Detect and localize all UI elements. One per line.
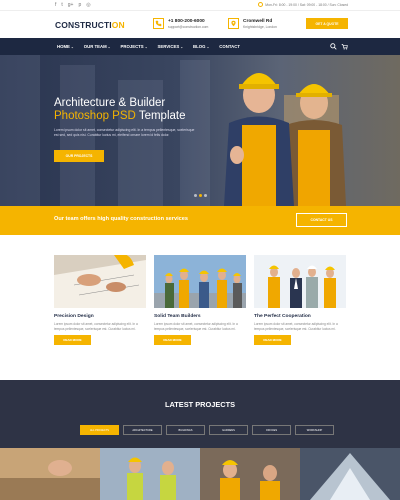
project-tile[interactable] — [0, 448, 100, 500]
hero-slider: Architecture & Builder Photoshop PSD Tem… — [0, 55, 400, 206]
nav-item-blog[interactable]: BLOG ⌄ — [188, 38, 214, 55]
service-text: Lorem ipsum dolor sit amet, consectetur … — [54, 322, 138, 331]
service-title: The Perfect Cooperation — [254, 314, 311, 319]
phone-number[interactable]: +1 800-200-6000 — [168, 19, 208, 25]
nav-items: HOME ⌄ OUR TEAM ⌄ PROJECTS ⌄ SERVICES ⌄ BLOG ⌄ CON… — [52, 38, 245, 55]
address-sub: Knightsbridge, London — [243, 24, 277, 29]
service-card: The Perfect Cooperation Lorem ipsum dolo… — [254, 255, 346, 346]
logo-main: CONSTRUCTI — [55, 20, 112, 30]
service-image — [154, 255, 246, 308]
hero-text: Lorem ipsum dolor sit amet, consectetur … — [54, 128, 195, 137]
hours-text: Mon-Fri: 8:00 - 19:00 / Sat: 09:00 - 18:… — [265, 2, 348, 7]
service-image — [54, 255, 146, 308]
read-more-button[interactable]: READ MORE — [154, 335, 191, 346]
nav-item-label: SERVICES — [157, 44, 180, 49]
hero-title-highlight: Photoshop PSD — [54, 110, 136, 122]
social-links: f t g+ p ◎ — [55, 2, 91, 8]
main-nav: HOME ⌄ OUR TEAM ⌄ PROJECTS ⌄ SERVICES ⌄ BLOG ⌄ CON… — [0, 38, 400, 55]
filter-architecture[interactable]: ARCHITECTURE — [123, 425, 162, 435]
nav-item-contact[interactable]: CONTACT — [214, 38, 245, 55]
nav-item-services[interactable]: SERVICES ⌄ — [153, 38, 189, 55]
service-title: Solid Team Builders — [154, 314, 201, 319]
instagram-icon[interactable]: ◎ — [86, 2, 90, 8]
googleplus-icon[interactable]: g+ — [68, 2, 74, 8]
hero-title-text: Architecture & Builder — [54, 97, 166, 109]
slider-dot[interactable] — [204, 194, 207, 197]
nav-item-label: PROJECTS — [120, 44, 144, 49]
nav-item-home[interactable]: HOME ⌄ — [52, 38, 79, 55]
service-text: Lorem ipsum dolor sit amet, consectetur … — [254, 322, 338, 331]
nav-item-our-team[interactable]: OUR TEAM ⌄ — [79, 38, 116, 55]
service-text: Lorem ipsum dolor sit amet, consectetur … — [154, 322, 238, 331]
facebook-icon[interactable]: f — [55, 2, 56, 8]
slider-dots — [194, 194, 207, 197]
email-address[interactable]: support@construction.com — [168, 25, 208, 29]
address-contact: Cromwell Rd Knightsbridge, London — [228, 18, 277, 29]
top-bar: f t g+ p ◎ Mon-Fri: 8:00 - 19:00 / Sat: … — [0, 0, 400, 11]
slider-dot[interactable] — [194, 194, 197, 197]
read-more-button[interactable]: READ MORE — [54, 335, 91, 346]
filter-gardens[interactable]: GARDENS — [209, 425, 248, 435]
filter-workshop[interactable]: WORKSHOP — [295, 425, 334, 435]
hero-title-line1: Architecture & Builder — [54, 97, 165, 110]
project-tile[interactable] — [100, 448, 200, 500]
service-card: Precision Design Lorem ipsum dolor sit a… — [54, 255, 146, 346]
chevron-down-icon: ⌄ — [144, 44, 148, 49]
phone-contact: +1 800-200-6000 support@construction.com — [153, 18, 208, 29]
slider-dot[interactable] — [199, 194, 202, 197]
pinterest-icon[interactable]: p — [78, 2, 81, 8]
hero-title-rest: Template — [135, 110, 186, 122]
chevron-down-icon: ⌄ — [107, 44, 111, 49]
project-gallery — [0, 448, 400, 500]
filter-offices[interactable]: OFFICES — [252, 425, 291, 435]
opening-hours: Mon-Fri: 8:00 - 19:00 / Sat: 09:00 - 18:… — [258, 2, 348, 7]
project-tile[interactable] — [300, 448, 400, 500]
service-card: Solid Team Builders Lorem ipsum dolor si… — [154, 255, 246, 346]
hero-title-line2: Photoshop PSD Template — [54, 110, 186, 123]
logo-accent: ON — [111, 20, 125, 30]
nav-item-label: OUR TEAM — [83, 44, 107, 49]
services-section: Precision Design Lorem ipsum dolor sit a… — [0, 235, 400, 380]
address-title: Cromwell Rd — [243, 18, 273, 24]
nav-item-label: HOME — [57, 44, 70, 49]
chevron-down-icon: ⌄ — [70, 44, 74, 49]
nav-item-label: BLOG — [193, 44, 206, 49]
cta-text: Our team offers high quality constructio… — [54, 216, 188, 222]
twitter-icon[interactable]: t — [61, 2, 62, 8]
project-tile[interactable] — [200, 448, 300, 500]
project-filters: ALL PROJECTS ARCHITECTURE BUILDINGS GARDENS… — [80, 425, 334, 435]
search-icon[interactable] — [330, 43, 337, 50]
service-title: Precision Design — [54, 314, 94, 319]
read-more-button[interactable]: READ MORE — [254, 335, 291, 346]
chevron-down-icon: ⌄ — [180, 44, 184, 49]
our-projects-button[interactable]: OUR PROJECTS — [54, 150, 104, 162]
hero-workers-image — [224, 73, 346, 206]
nav-item-label: CONTACT — [219, 44, 240, 49]
clock-icon — [258, 2, 264, 7]
service-image — [254, 255, 346, 308]
cart-icon[interactable] — [341, 43, 348, 50]
phone-icon — [153, 18, 164, 29]
chevron-down-icon: ⌄ — [206, 44, 210, 49]
cta-band: Our team offers high quality constructio… — [0, 206, 400, 235]
projects-title: LATEST PROJECTS — [164, 400, 236, 409]
contact-us-button[interactable]: CONTACT US — [296, 213, 347, 227]
projects-section: LATEST PROJECTS ALL PROJECTS ARCHITECTURE… — [0, 380, 400, 500]
site-logo[interactable]: CONSTRUCTION — [55, 20, 125, 30]
filter-all-projects[interactable]: ALL PROJECTS — [80, 425, 119, 435]
nav-item-projects[interactable]: PROJECTS ⌄ — [116, 38, 153, 55]
get-quote-button[interactable]: GET A QUOTE — [306, 18, 348, 29]
filter-buildings[interactable]: BUILDINGS — [166, 425, 205, 435]
site-header: CONSTRUCTION +1 800-200-6000 support@con… — [0, 11, 400, 38]
location-icon — [228, 18, 239, 29]
